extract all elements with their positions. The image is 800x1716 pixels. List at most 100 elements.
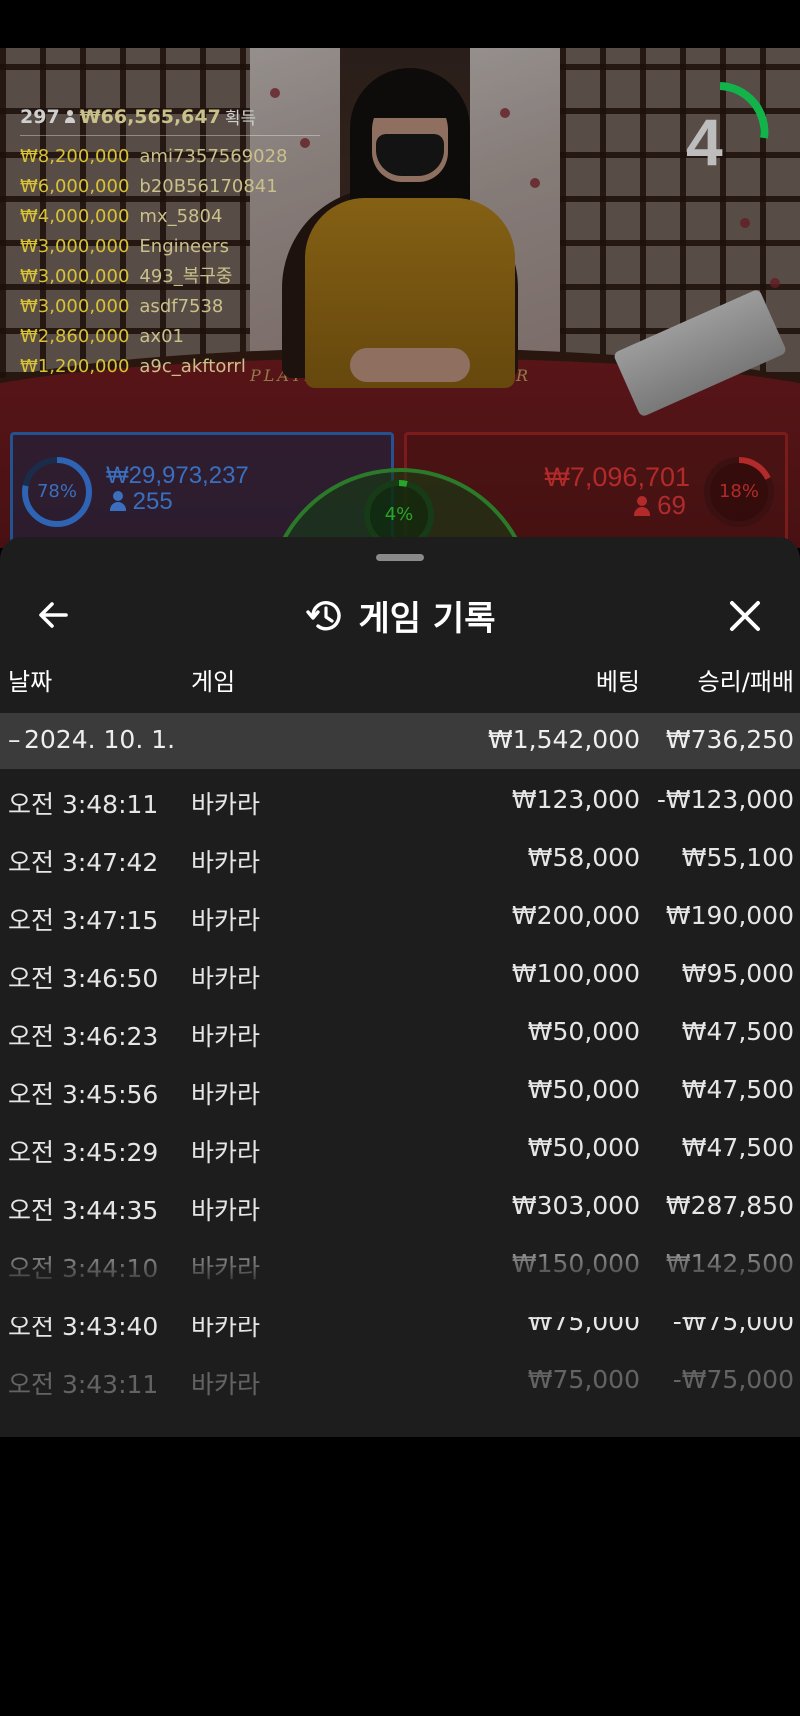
history-row[interactable]: 오전 3:46:23 바카라 ₩50,000 ₩47,500 — [0, 1001, 800, 1059]
row-bet: ₩150,000 — [511, 1249, 640, 1278]
row-bet: ₩50,000 — [527, 1075, 640, 1104]
winner-row: ₩1,200,000 a9c_akftorrl — [20, 352, 340, 382]
row-result: ₩95,000 — [681, 959, 794, 988]
row-time: 오전 3:43:11 — [8, 1370, 159, 1399]
row-bet: ₩200,000 — [511, 901, 640, 930]
row-result: ₩190,000 — [665, 901, 794, 930]
row-bet: ₩58,000 — [527, 843, 640, 872]
history-row[interactable]: 오전 3:47:42 바카라 ₩58,000 ₩55,100 — [0, 827, 800, 885]
close-button[interactable] — [720, 591, 770, 641]
winners-label: 획득 — [224, 109, 257, 129]
history-row[interactable]: 오전 3:44:35 바카라 ₩303,000 ₩287,850 — [0, 1175, 800, 1233]
row-time: 오전 3:47:42 — [8, 848, 159, 877]
winner-amount: ₩6,000,000 — [20, 176, 130, 197]
row-time: 오전 3:45:29 — [8, 1138, 159, 1167]
winner-row: ₩8,200,000 ami7357569028 — [20, 142, 340, 172]
banker-percent-ring: 18% — [702, 455, 776, 529]
sheet-title: 게임 기록 — [358, 599, 496, 639]
history-row[interactable]: 오전 3:43:40 바카라 ₩75,000 -₩75,000 — [0, 1291, 800, 1349]
history-row[interactable]: 오전 3:46:50 바카라 ₩100,000 ₩95,000 — [0, 943, 800, 1001]
winner-row: ₩6,000,000 b20B56170841 — [20, 172, 340, 202]
recent-winners-list: 297 ₩66,565,647 획득 ₩8,200,000 ami73575690… — [20, 104, 340, 382]
history-row[interactable]: 오전 3:48:11 바카라 ₩123,000 -₩123,000 — [0, 769, 800, 827]
winner-username: asdf7538 — [139, 296, 224, 317]
history-row[interactable]: 오전 3:43:11 바카라 ₩75,000 -₩75,000 — [0, 1349, 800, 1407]
row-time: 오전 3:47:15 — [8, 906, 159, 935]
date-group-row[interactable]: – 2024. 10. 1. ₩1,542,000 ₩736,250 — [0, 713, 800, 769]
row-time: 오전 3:46:23 — [8, 1022, 159, 1051]
date-group-bet-total: ₩1,542,000 — [488, 725, 640, 754]
row-time: 오전 3:48:11 — [8, 790, 159, 819]
history-row[interactable]: 오전 3:47:15 바카라 ₩200,000 ₩190,000 — [0, 885, 800, 943]
row-bet: ₩50,000 — [527, 1133, 640, 1162]
column-header-date: 날짜 — [8, 668, 53, 696]
banker-percent: 18% — [718, 481, 759, 502]
winner-row: ₩3,000,000 Engineers — [20, 232, 340, 262]
history-row[interactable]: 오전 3:45:29 바카라 ₩50,000 ₩47,500 — [0, 1117, 800, 1175]
row-game: 바카라 — [191, 1138, 261, 1167]
history-table-header: 날짜 게임 베팅 승리/패배 — [0, 662, 800, 702]
row-bet: ₩303,000 — [511, 1191, 640, 1220]
player-percent: 78% — [36, 481, 77, 502]
history-rows: 오전 3:48:11 바카라 ₩123,000 -₩123,000 오전 3:47:42… — [0, 769, 800, 1407]
winner-amount: ₩1,200,000 — [20, 356, 130, 377]
banker-count-value: 69 — [657, 490, 686, 520]
winner-amount: ₩3,000,000 — [20, 236, 130, 257]
winners-total: ₩66,565,647 — [79, 105, 221, 128]
row-result: -₩75,000 — [672, 1307, 794, 1336]
winner-username: mx_5804 — [139, 206, 223, 227]
winner-amount: ₩4,000,000 — [20, 206, 130, 227]
row-result: -₩123,000 — [656, 785, 794, 814]
row-game: 바카라 — [191, 790, 261, 819]
banker-bet-total: ₩7,096,701 — [544, 462, 690, 492]
row-game: 바카라 — [191, 1312, 261, 1341]
row-game: 바카라 — [191, 1370, 261, 1399]
row-result: ₩55,100 — [681, 843, 794, 872]
winner-amount: ₩3,000,000 — [20, 266, 130, 287]
row-result: -₩75,000 — [672, 1365, 794, 1394]
date-group-result-total: ₩736,250 — [665, 725, 794, 754]
column-header-bet: 베팅 — [595, 668, 640, 696]
row-time: 오전 3:46:50 — [8, 964, 159, 993]
bottom-blank-area — [0, 1437, 800, 1716]
winner-amount: ₩3,000,000 — [20, 296, 130, 317]
winner-amount: ₩8,200,000 — [20, 146, 130, 167]
row-result: ₩142,500 — [665, 1249, 794, 1278]
row-result: ₩287,850 — [665, 1191, 794, 1220]
winner-username: a9c_akftorrl — [139, 356, 246, 377]
winners-count: 297 — [20, 105, 60, 128]
sheet-title-group: 게임 기록 — [0, 591, 800, 640]
winner-username: Engineers — [139, 236, 229, 257]
tie-percent: 4% — [384, 504, 414, 525]
row-game: 바카라 — [191, 1022, 261, 1051]
winner-row: ₩2,860,000 ax01 — [20, 322, 340, 352]
row-bet: ₩50,000 — [527, 1017, 640, 1046]
winner-username: ax01 — [139, 326, 184, 347]
winner-username: 493_복구중 — [139, 266, 233, 287]
winner-row: ₩3,000,000 asdf7538 — [20, 292, 340, 322]
collapse-toggle-icon[interactable]: – — [8, 725, 21, 754]
row-result: ₩47,500 — [681, 1075, 794, 1104]
player-count-value: 255 — [132, 488, 173, 515]
row-bet: ₩75,000 — [527, 1365, 640, 1394]
player-bettor-count: 255 — [110, 488, 173, 516]
row-bet: ₩100,000 — [511, 959, 640, 988]
row-time: 오전 3:43:40 — [8, 1312, 159, 1341]
betting-countdown: 4 — [668, 80, 772, 184]
row-time: 오전 3:44:10 — [8, 1254, 159, 1283]
row-result: ₩47,500 — [681, 1017, 794, 1046]
history-icon — [305, 600, 341, 630]
history-row[interactable]: 오전 3:45:56 바카라 ₩50,000 ₩47,500 — [0, 1059, 800, 1117]
banker-bettor-count: 69 — [633, 490, 686, 521]
sheet-drag-handle[interactable] — [376, 554, 424, 561]
row-bet: ₩75,000 — [527, 1307, 640, 1336]
player-bet-total: ₩29,973,237 — [106, 462, 249, 489]
winner-row: ₩4,000,000 mx_5804 — [20, 202, 340, 232]
close-icon — [730, 601, 760, 631]
winner-amount: ₩2,860,000 — [20, 326, 130, 347]
winner-username: ami7357569028 — [139, 146, 288, 167]
person-icon — [633, 496, 650, 516]
history-row[interactable]: 오전 3:44:10 바카라 ₩150,000 ₩142,500 — [0, 1233, 800, 1291]
column-header-result: 승리/패배 — [697, 668, 794, 696]
row-result: ₩47,500 — [681, 1133, 794, 1162]
